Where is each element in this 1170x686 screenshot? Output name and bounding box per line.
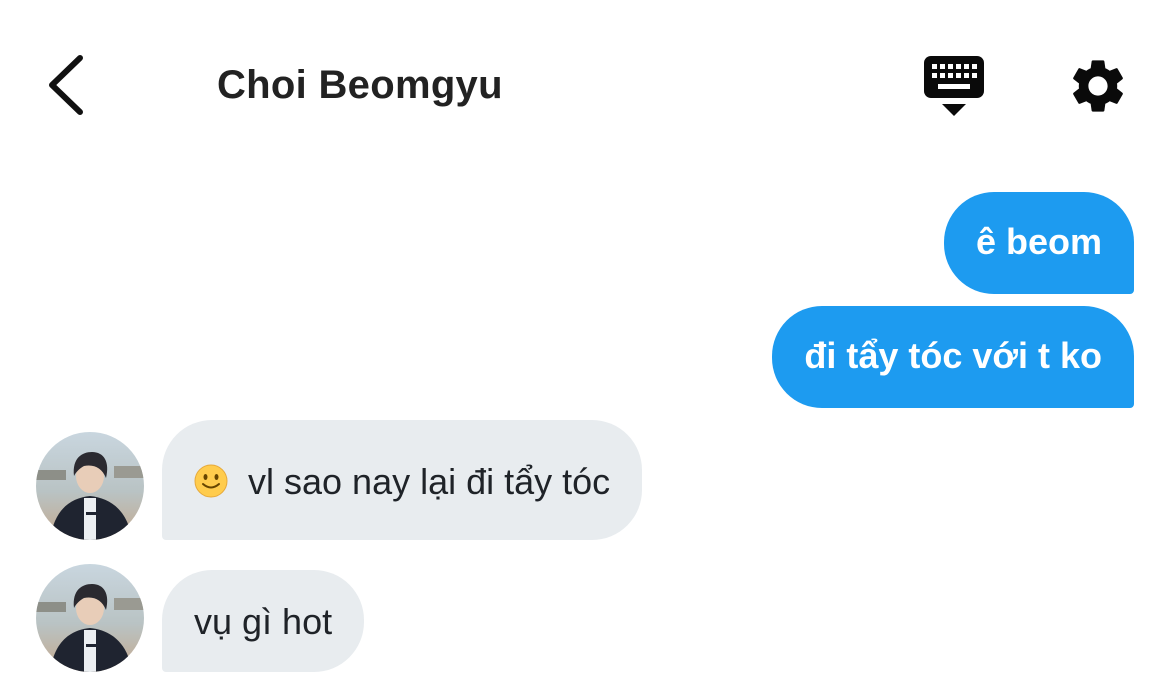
- conversation-title: Choi Beomgyu: [217, 63, 503, 107]
- avatar[interactable]: [36, 564, 144, 672]
- slightly-smiling-face-icon: [194, 464, 228, 498]
- message-text: ê beom: [975, 221, 1102, 262]
- gear-icon: [1073, 60, 1123, 112]
- avatar-photo: [36, 564, 144, 672]
- message-text: vl sao nay lại đi tẩy tóc: [248, 461, 611, 502]
- incoming-message[interactable]: vụ gì hot: [162, 570, 365, 672]
- message-text: đi tẩy tóc với t ko: [804, 335, 1102, 376]
- outgoing-message[interactable]: đi tẩy tóc với t ko: [772, 306, 1134, 408]
- settings-button[interactable]: [1066, 54, 1130, 118]
- message-text: vụ gì hot: [194, 601, 333, 642]
- avatar[interactable]: [36, 432, 144, 540]
- outgoing-message[interactable]: ê beom: [943, 192, 1134, 294]
- dm-conversation-screen: Choi Beomgyu ê beom đi tẩy tóc với t ko: [0, 0, 1170, 686]
- keyboard-button[interactable]: [920, 54, 988, 118]
- chevron-left-icon: [49, 55, 83, 115]
- avatar-photo: [36, 432, 144, 540]
- keyboard-icon: [924, 56, 984, 116]
- back-button[interactable]: [40, 50, 96, 120]
- incoming-message[interactable]: vl sao nay lại đi tẩy tóc: [162, 420, 643, 540]
